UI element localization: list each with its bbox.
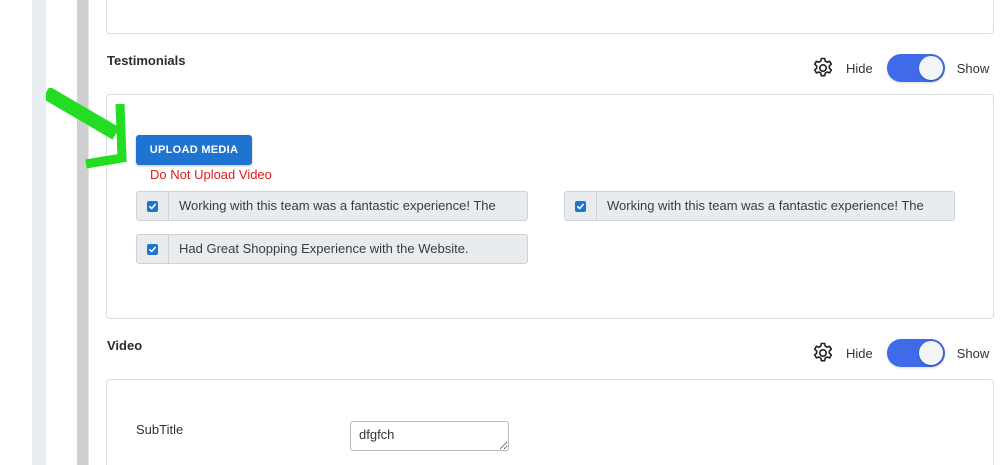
left-gutter: [32, 0, 46, 465]
gutter-divider: [88, 0, 89, 465]
video-visibility-controls: Hide Show: [810, 337, 989, 369]
testimonial-text: Working with this team was a fantastic e…: [607, 198, 924, 213]
vertical-scroll-rail: [77, 0, 88, 465]
video-section-title: Video: [107, 338, 143, 353]
video-panel: [106, 379, 994, 465]
testimonial-checkbox-cell: [565, 192, 597, 220]
testimonial-text: Had Great Shopping Experience with the W…: [179, 241, 469, 256]
testimonials-visibility-toggle[interactable]: [886, 54, 945, 82]
hide-label: Hide: [846, 60, 873, 76]
testimonial-item: Had Great Shopping Experience with the W…: [136, 234, 528, 264]
gear-icon[interactable]: [810, 55, 836, 81]
testimonial-item: Working with this team was a fantastic e…: [136, 191, 528, 221]
show-label: Show: [956, 345, 990, 361]
testimonials-section-title: Testimonials: [107, 53, 186, 68]
testimonial-checkbox[interactable]: [147, 200, 158, 212]
testimonial-text: Working with this team was a fantastic e…: [179, 198, 496, 213]
testimonial-checkbox[interactable]: [575, 200, 586, 212]
testimonial-item: Working with this team was a fantastic e…: [564, 191, 955, 221]
testimonial-checkbox[interactable]: [147, 243, 158, 255]
hide-label: Hide: [846, 345, 873, 361]
upload-media-button[interactable]: UPLOAD MEDIA: [136, 135, 252, 165]
testimonial-checkbox-cell: [137, 192, 169, 220]
testimonials-visibility-controls: Hide Show: [810, 52, 989, 84]
video-visibility-toggle[interactable]: [886, 339, 945, 367]
checkmark-icon: [148, 246, 157, 252]
gear-icon[interactable]: [810, 340, 836, 366]
previous-section-panel: [106, 0, 994, 34]
checkmark-icon: [576, 203, 585, 209]
toggle-knob: [918, 56, 943, 80]
testimonial-checkbox-cell: [137, 235, 169, 263]
page: Testimonials Hide Show UPLOAD MEDIA Do N…: [0, 0, 1002, 465]
upload-warning-text: Do Not Upload Video: [150, 167, 272, 182]
show-label: Show: [956, 60, 990, 76]
subtitle-label: SubTitle: [136, 422, 184, 437]
subtitle-input[interactable]: dfgfch: [350, 421, 509, 451]
checkmark-icon: [148, 203, 157, 209]
toggle-knob: [918, 341, 943, 365]
